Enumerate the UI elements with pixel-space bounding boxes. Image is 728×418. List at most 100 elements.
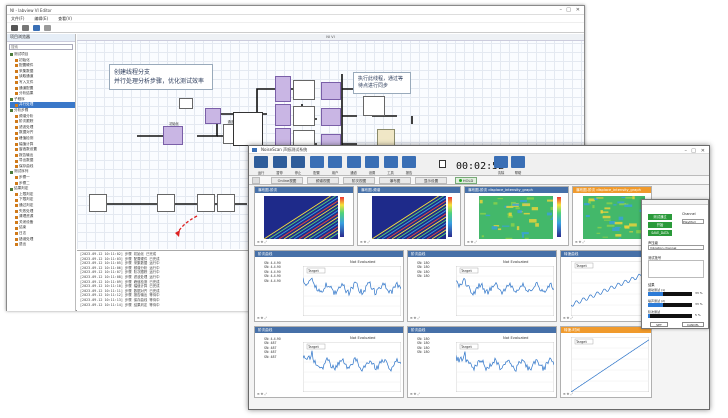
panel-footer-icons[interactable]: ⊕ ✥ ⤢ xyxy=(575,240,585,244)
playmode-field[interactable]: PlayMod xyxy=(682,219,704,224)
vi-icon xyxy=(15,148,18,151)
comment-note-left[interactable]: 创建线程分支 并行处理分析步骤，优化测试效率 xyxy=(109,64,213,90)
tab-display-settings[interactable]: 显示设置 xyxy=(415,177,447,184)
heat-cell xyxy=(552,217,553,219)
panel-footer-icons[interactable]: ⊕ ✥ ⤢ xyxy=(410,316,420,320)
save-icon[interactable] xyxy=(33,25,40,31)
vi-init-block[interactable]: 初始化 xyxy=(163,126,183,145)
tab-scroll-left[interactable] xyxy=(252,177,260,184)
search-input[interactable]: 搜索 xyxy=(9,44,73,50)
order-line-chart[interactable]: Target xyxy=(456,266,554,316)
menu-view[interactable]: 查看(V) xyxy=(58,16,72,22)
vi-analyze-block[interactable] xyxy=(197,194,215,212)
vi-report-block[interactable] xyxy=(217,194,235,212)
vi-fft-a-block[interactable] xyxy=(293,80,315,100)
minimize-icon[interactable]: – xyxy=(560,7,563,13)
heat-cell xyxy=(615,222,623,224)
window-title: NoiseScan 声振测试系统 xyxy=(261,147,307,152)
project-tree: 测试项目 初始化 配置硬件 采集数据 读取通道 写入文件 通道配置 分析结果 子程序 并行处理 分析… xyxy=(7,52,75,248)
heat-cell xyxy=(517,210,521,213)
channel-field[interactable]: Vibration channel xyxy=(648,245,704,250)
vi-merge-block[interactable] xyxy=(363,96,385,116)
speed-line-chart[interactable]: Target xyxy=(571,261,649,316)
heat-cell xyxy=(625,197,632,199)
vi-icon xyxy=(15,227,18,230)
waterfall-plot[interactable] xyxy=(264,196,338,239)
waterfall-plot[interactable] xyxy=(583,196,645,239)
vi-icon xyxy=(15,120,18,123)
vi-fft-b-block[interactable] xyxy=(293,106,315,126)
tab-online[interactable]: Online视图 xyxy=(271,177,303,184)
vi-chan-b-block[interactable] xyxy=(275,104,291,126)
waterfall-plot[interactable] xyxy=(372,196,446,239)
order-line-chart[interactable]: Target xyxy=(303,266,401,316)
vi-icon xyxy=(15,221,18,224)
panel-footer-icons[interactable]: ⊕ ✥ ⤢ xyxy=(563,316,573,320)
tab-order[interactable]: 阶次视图 xyxy=(343,177,375,184)
vi-acquire-block[interactable] xyxy=(157,194,175,212)
toolbar-button-8[interactable] xyxy=(384,156,398,168)
new-file-icon[interactable] xyxy=(11,25,18,31)
comment-note-right[interactable]: 执行此线程，通过等 待点进行同步 xyxy=(353,72,411,94)
toolbar-button-3[interactable] xyxy=(291,156,305,168)
heat-cell xyxy=(517,226,519,230)
settings-icon[interactable] xyxy=(44,25,51,31)
start-button[interactable]: 开始 xyxy=(648,222,672,228)
panel-footer-icons[interactable]: ⊕ ✥ ⤢ xyxy=(257,316,267,320)
panel-footer-icons[interactable]: ⊕ ✥ ⤢ xyxy=(257,392,267,396)
heat-cell xyxy=(480,200,483,203)
toolbar-button-5[interactable] xyxy=(328,156,342,168)
panel-footer-icons[interactable]: ⊕ ✥ ⤢ xyxy=(467,240,477,244)
batch-list[interactable] xyxy=(648,260,704,278)
panel-header: 项目浏览器 xyxy=(7,34,75,42)
order-line-chart[interactable]: Target xyxy=(303,342,401,392)
toolbar-button-1[interactable] xyxy=(254,156,268,168)
pass-button[interactable]: 测试通过 xyxy=(648,214,672,220)
heat-cell xyxy=(527,197,534,199)
waterfall-plot[interactable] xyxy=(479,196,553,239)
toolbar-button-9[interactable] xyxy=(402,156,416,168)
toolbar-button-4[interactable] xyxy=(310,156,324,168)
vi-order-a-block[interactable] xyxy=(321,82,341,100)
toolbar xyxy=(7,23,584,33)
panel-footer-icons[interactable]: ⊕ ✥ ⤢ xyxy=(257,240,267,244)
speed-time-chart[interactable]: Target xyxy=(571,337,649,392)
menu-edit[interactable]: 编辑(E) xyxy=(34,16,48,22)
tab-spectrum[interactable]: 频谱视图 xyxy=(307,177,339,184)
progress-percent: 33 % xyxy=(695,291,703,295)
title-bar: NI - labview VI Editor – □ ✕ xyxy=(7,6,584,15)
panel-footer-icons[interactable]: ⊕ ✥ ⤢ xyxy=(563,392,573,396)
close-icon[interactable]: ✕ xyxy=(576,7,580,13)
toolbar-button-7[interactable] xyxy=(365,156,379,168)
toolbar-button-10[interactable] xyxy=(494,156,508,168)
open-folder-icon[interactable] xyxy=(22,25,29,31)
tree-item[interactable]: 退出 xyxy=(10,242,75,248)
order-line-chart[interactable]: Target xyxy=(456,342,554,392)
cancel-button[interactable]: CANCEL xyxy=(682,322,704,327)
set-button[interactable]: SET xyxy=(650,322,668,327)
toolbar-button-2[interactable] xyxy=(273,156,287,168)
vi-order-b-block[interactable] xyxy=(321,108,341,126)
title-bar: NoiseScan 声振测试系统 – □ ✕ xyxy=(249,146,709,154)
maximize-icon[interactable]: □ xyxy=(566,7,571,13)
menu-file[interactable]: 文件(F) xyxy=(11,16,24,22)
progress-fill xyxy=(648,303,663,307)
toolbar-button-11[interactable] xyxy=(511,156,525,168)
progress-fill xyxy=(648,292,663,296)
legend-entry: SN: 180 xyxy=(412,274,430,278)
vi-small-block[interactable] xyxy=(179,98,193,109)
vi-frame-block[interactable] xyxy=(233,112,263,146)
vi-icon xyxy=(15,87,18,90)
tab-waterfall[interactable]: 瀑布图 xyxy=(379,177,411,184)
panel-footer-icons[interactable]: ⊕ ✥ ⤢ xyxy=(410,392,420,396)
vi-icon xyxy=(15,126,18,129)
toolbar-button-label: 报告 xyxy=(399,170,419,175)
heat-cell xyxy=(597,227,601,229)
vi-chan-a-block[interactable] xyxy=(275,76,291,102)
toolbar-button-6[interactable] xyxy=(347,156,361,168)
folder-icon xyxy=(10,171,13,174)
vi-start-block[interactable] xyxy=(89,194,107,212)
panel-footer-icons[interactable]: ⊕ ✥ ⤢ xyxy=(360,240,370,244)
save-data-button[interactable]: SAVE_DATA xyxy=(648,230,672,236)
heat-cell xyxy=(498,198,503,199)
